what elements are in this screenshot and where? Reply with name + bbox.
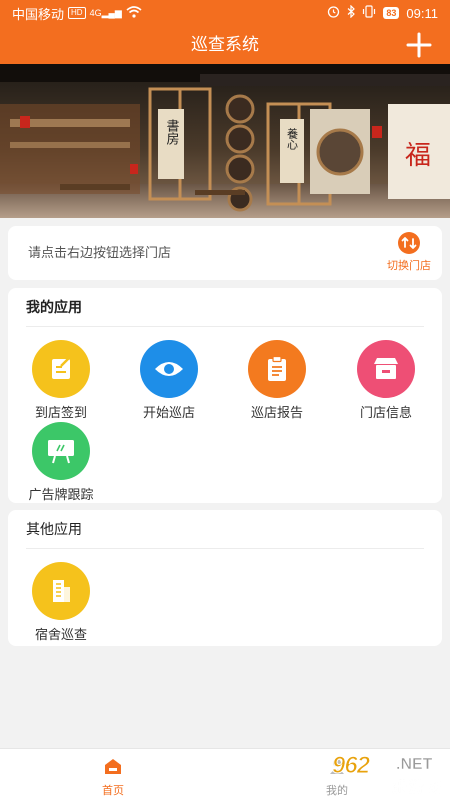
- store-hint-text: 请点击右边按钮选择门店: [28, 245, 172, 260]
- alarm-icon: [327, 5, 340, 21]
- watermark-suffix: .NET: [396, 756, 433, 774]
- app-patrol-report[interactable]: 巡店报告: [224, 340, 330, 420]
- app-billboard-tracking[interactable]: 广告牌跟踪: [8, 422, 114, 502]
- building-icon: [32, 562, 90, 620]
- page-title: 巡查系统: [191, 35, 259, 54]
- app-checkin-label: 到店签到: [34, 405, 87, 420]
- site-watermark: 962 .NET 乐游网: [312, 752, 448, 798]
- divider: [26, 326, 424, 327]
- app-header: 巡查系统: [0, 26, 450, 64]
- banner-image[interactable]: 書房 養心 福: [0, 64, 450, 218]
- bluetooth-icon: [347, 4, 356, 21]
- app-start-patrol[interactable]: 开始巡店: [116, 340, 222, 420]
- report-icon: [248, 340, 306, 398]
- home-icon: [103, 759, 123, 779]
- other-apps-title: 其他应用: [26, 521, 82, 537]
- store-selector-card: 请点击右边按钮选择门店 切换门店: [8, 226, 442, 280]
- banner-sign-left: 書房: [164, 119, 180, 145]
- my-apps-panel: 我的应用 到店签到 开始巡店 巡店报告 门店信息 广告牌跟踪: [8, 288, 442, 503]
- swap-icon: [398, 232, 420, 254]
- app-store-info[interactable]: 门店信息: [333, 340, 439, 420]
- hd-badge: HD: [68, 7, 86, 19]
- watermark-number: 962: [331, 752, 370, 780]
- divider: [26, 548, 424, 549]
- status-bar: 中国移动 HD 4G▂▄▆ 83 09:11: [0, 0, 450, 26]
- wifi-icon: [126, 5, 142, 21]
- banner-sign-right: 福: [405, 141, 431, 171]
- carrier-label: 中国移动: [12, 6, 65, 22]
- switch-store-label: 切换门店: [387, 260, 431, 272]
- eye-icon: [140, 340, 198, 398]
- app-dorm-patrol-label: 宿舍巡查: [34, 627, 87, 642]
- watermark-chinese: 乐游网: [392, 779, 444, 797]
- battery-indicator: 83: [383, 7, 400, 19]
- network-type: 4G: [89, 7, 102, 18]
- app-store-info-label: 门店信息: [359, 405, 412, 420]
- app-start-patrol-label: 开始巡店: [142, 405, 195, 420]
- tab-home-label: 首页: [102, 785, 124, 797]
- clock: 09:11: [406, 5, 438, 21]
- vibrate-icon: [362, 5, 376, 21]
- other-apps-panel: 其他应用 宿舍巡查: [8, 510, 442, 646]
- plus-icon[interactable]: [404, 30, 434, 60]
- billboard-icon: [32, 422, 90, 480]
- shop-icon: [357, 340, 415, 398]
- my-apps-title: 我的应用: [26, 299, 82, 315]
- signal-icon: 4G▂▄▆: [89, 7, 122, 18]
- tab-home[interactable]: 首页: [88, 757, 138, 798]
- app-checkin[interactable]: 到店签到: [8, 340, 114, 420]
- banner-sign-mid: 養心: [286, 127, 299, 150]
- checkin-icon: [32, 340, 90, 398]
- switch-store-button[interactable]: 切换门店: [382, 232, 436, 276]
- app-patrol-report-label: 巡店报告: [250, 405, 303, 420]
- app-billboard-tracking-label: 广告牌跟踪: [28, 487, 94, 502]
- app-dorm-patrol[interactable]: 宿舍巡查: [8, 562, 114, 642]
